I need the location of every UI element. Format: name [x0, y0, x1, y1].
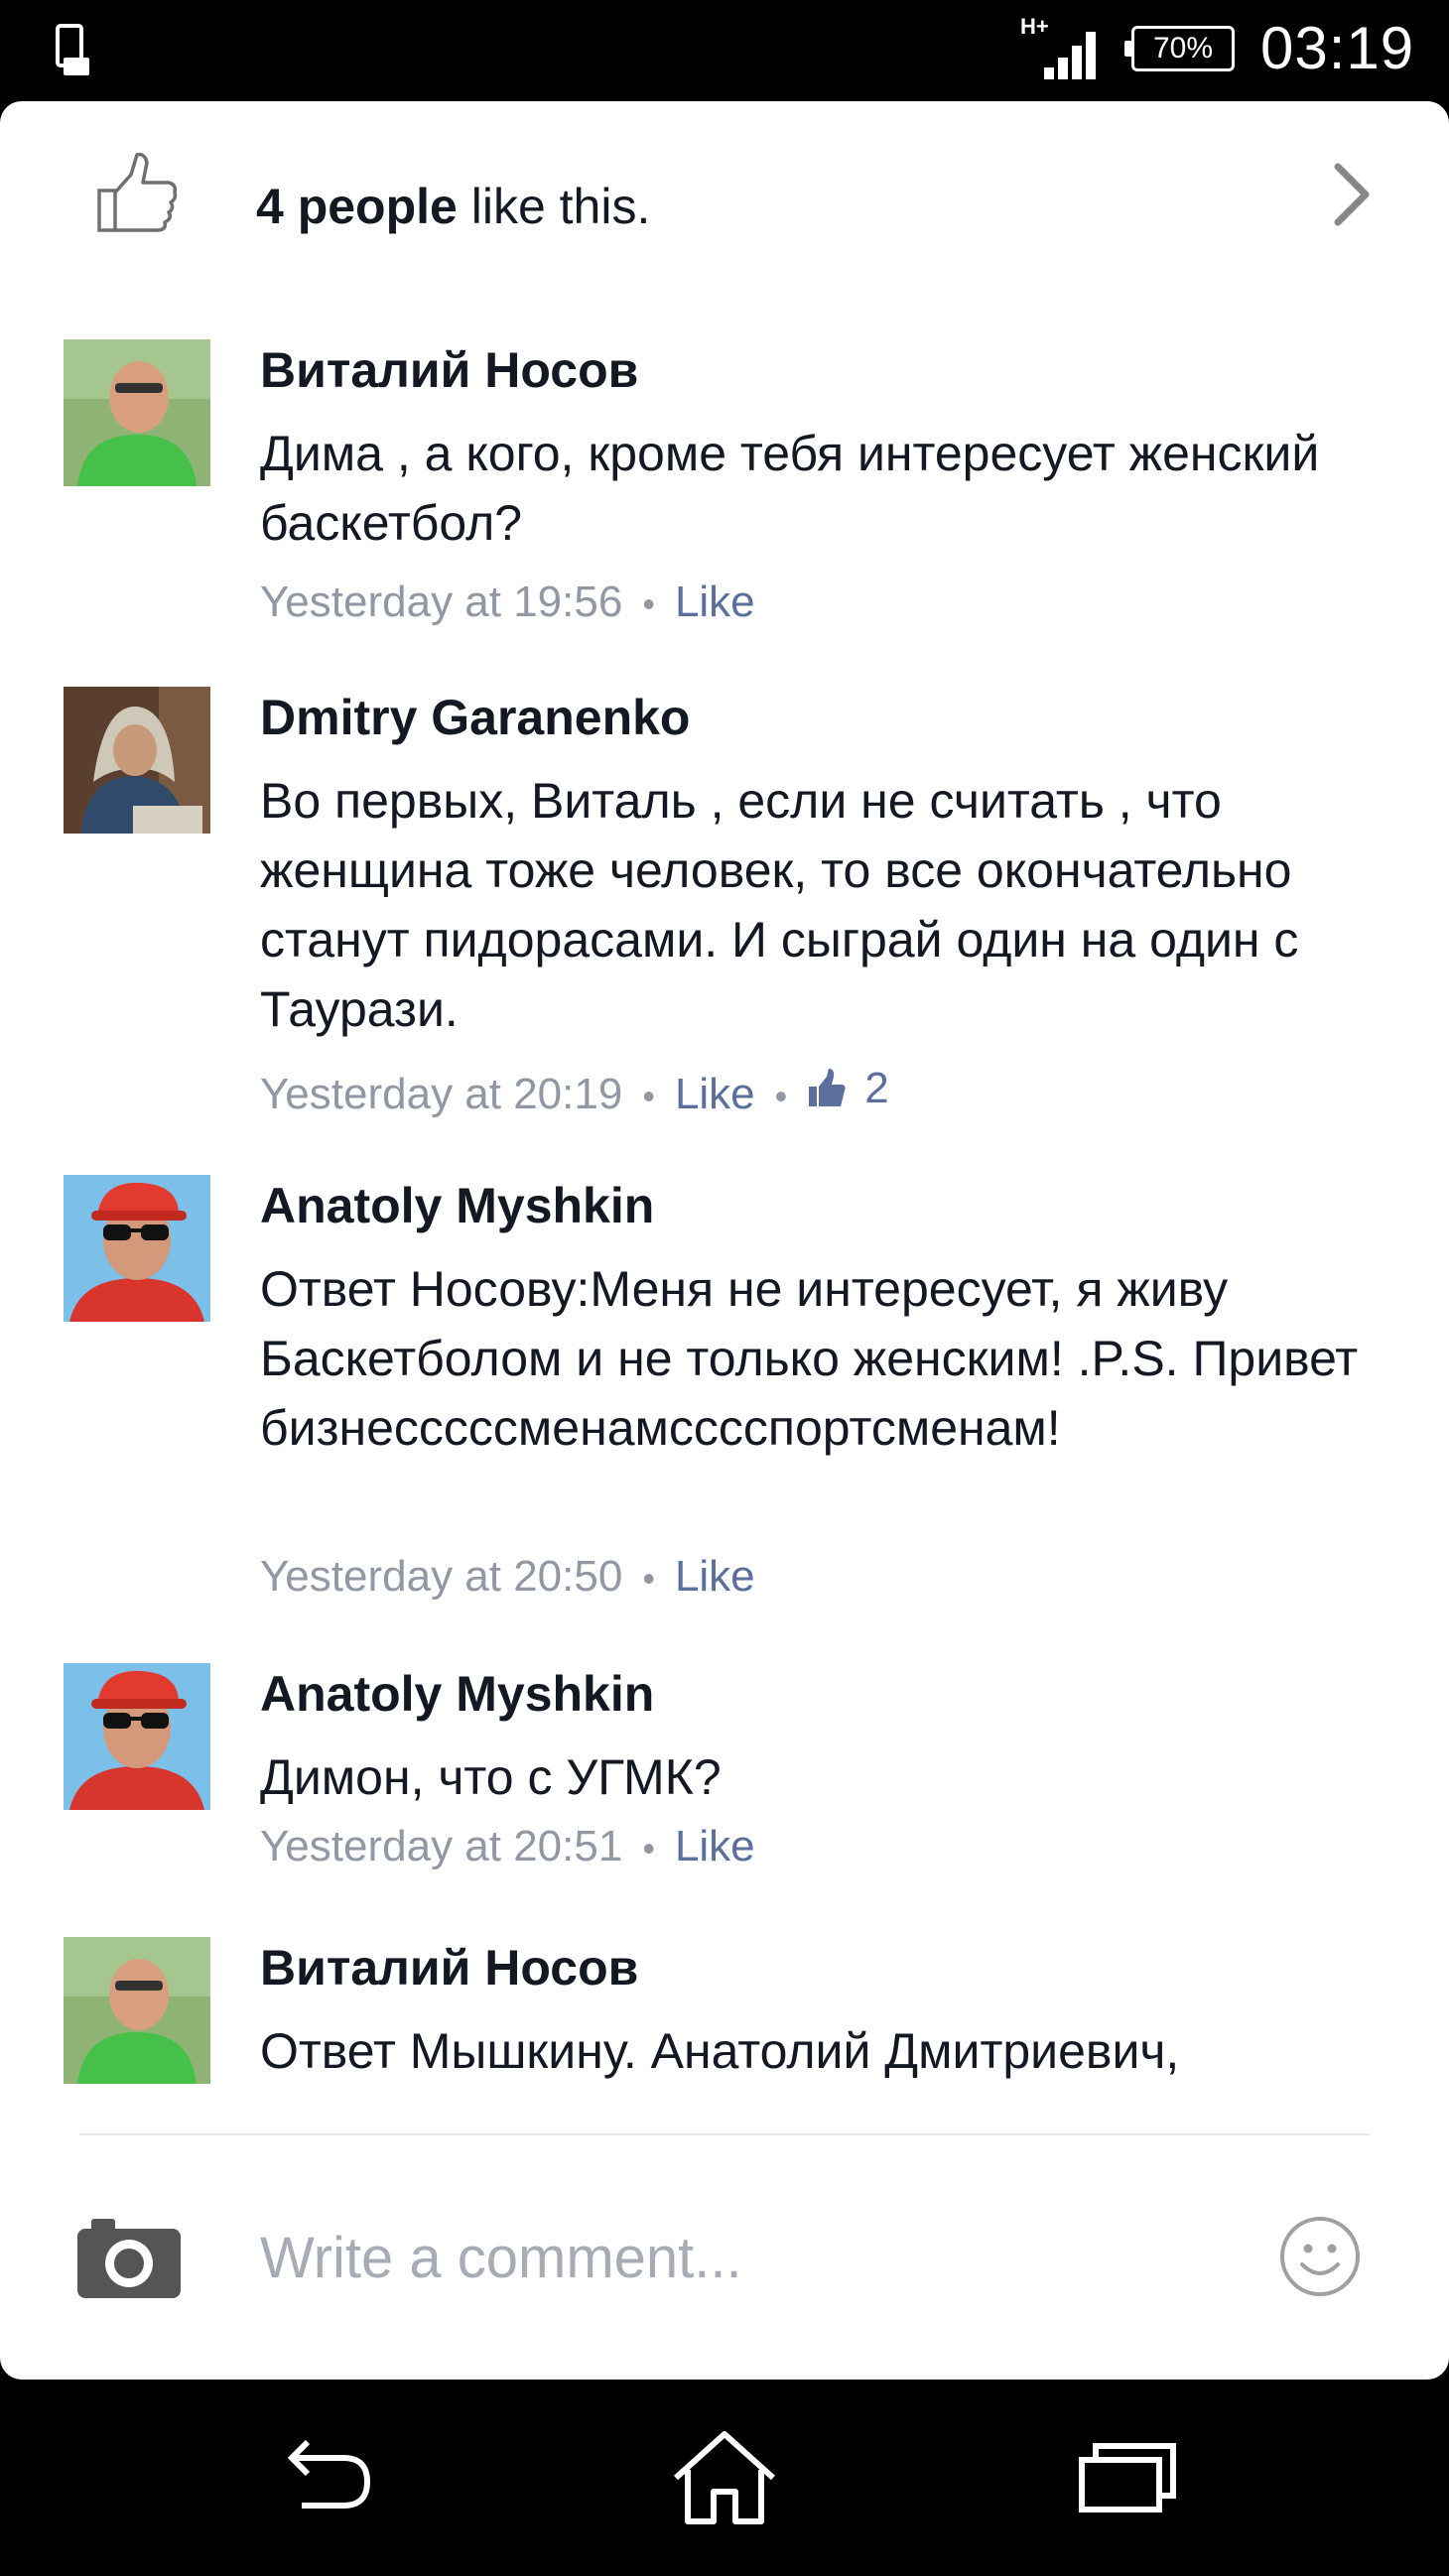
camera-icon[interactable] [77, 2215, 181, 2298]
comment-author[interactable]: Dmitry Garanenko [260, 689, 690, 746]
comment-meta: Yesterday at 20:51 • Like [260, 1822, 755, 1871]
avatar[interactable] [64, 1937, 210, 2084]
smiley-icon[interactable] [1278, 2215, 1362, 2298]
avatar[interactable] [64, 339, 210, 486]
comment-item: Виталий Носов Дима , а кого, кроме тебя … [0, 339, 1449, 677]
comment-item: Anatoly Myshkin Ответ Носову:Меня не инт… [0, 1175, 1449, 1651]
comment-timestamp[interactable]: Yesterday at 20:50 [260, 1552, 622, 1601]
comment-input[interactable] [260, 2213, 1233, 2302]
meta-separator: • [642, 1828, 655, 1868]
comment-list: Виталий Носов Дима , а кого, кроме тебя … [0, 339, 1449, 2225]
meta-separator: • [642, 1076, 655, 1116]
comment-author[interactable]: Anatoly Myshkin [260, 1177, 654, 1234]
comment-item: Dmitry Garanenko Во первых, Виталь , есл… [0, 687, 1449, 1163]
comments-card: 4 people like this. Виталий Носов Дима ,… [0, 101, 1449, 2380]
home-button[interactable] [665, 2423, 784, 2532]
recent-apps-button[interactable] [1068, 2423, 1187, 2532]
chevron-right-icon[interactable] [1330, 163, 1374, 226]
status-time: 03:19 [1260, 15, 1415, 81]
comment-text: Димон, что с УГМК? [260, 1749, 722, 1805]
home-icon [673, 2431, 776, 2524]
comment-like-button[interactable]: Like [675, 1822, 755, 1870]
composer-divider [79, 2133, 1370, 2135]
navigation-bar [0, 2380, 1449, 2576]
comment-timestamp[interactable]: Yesterday at 20:51 [260, 1822, 622, 1870]
network-indicator: H+ [1020, 14, 1102, 79]
comment-text: Во первых, Виталь , если не считать , чт… [260, 773, 1299, 1037]
comment-meta: Yesterday at 20:19 • Like • 2 [260, 1064, 889, 1119]
back-button[interactable] [264, 2423, 383, 2532]
comment-like-button[interactable]: Like [675, 1552, 755, 1601]
meta-separator: • [642, 1558, 655, 1599]
comment-author[interactable]: Виталий Носов [260, 341, 638, 399]
comment-text: Ответ Мышкину. Анатолий Дмитриевич, [260, 2023, 1180, 2079]
comment-timestamp[interactable]: Yesterday at 20:19 [260, 1070, 622, 1118]
comment-author[interactable]: Виталий Носов [260, 1939, 638, 1996]
likes-count[interactable]: 4 people [256, 179, 458, 234]
comment-text: Дима , а кого, кроме тебя интересует жен… [260, 426, 1320, 551]
likes-text: 4 people like this. [256, 178, 650, 235]
comment-composer [0, 2137, 1449, 2380]
comment-like-button[interactable]: Like [675, 1070, 755, 1118]
avatar[interactable] [64, 687, 210, 834]
likes-summary[interactable]: 4 people like this. [0, 101, 1449, 260]
back-icon [287, 2439, 371, 2509]
comment-item: Anatoly Myshkin Димон, что с УГМК? Yeste… [0, 1663, 1449, 1921]
status-bar: H+ 70% 03:19 [0, 0, 1449, 99]
signal-strength-icon [1044, 32, 1096, 79]
comment-author[interactable]: Anatoly Myshkin [260, 1665, 654, 1723]
phone-notification-icon [56, 24, 89, 75]
recent-apps-icon [1079, 2443, 1176, 2512]
comment-timestamp[interactable]: Yesterday at 19:56 [260, 578, 622, 626]
comment-meta: Yesterday at 19:56 • Like [260, 578, 755, 627]
comment-meta: Yesterday at 20:50 • Like [260, 1552, 755, 1602]
comment-like-button[interactable]: Like [675, 578, 755, 626]
thumbs-up-icon [809, 1069, 846, 1106]
thumbs-up-outline-icon [97, 152, 178, 232]
likes-suffix: like this. [457, 179, 651, 234]
meta-separator: • [774, 1076, 788, 1116]
avatar[interactable] [64, 1175, 210, 1322]
meta-separator: • [642, 583, 655, 624]
comment-text: Ответ Носову:Меня не интересует, я живу … [260, 1261, 1359, 1456]
avatar[interactable] [64, 1663, 210, 1810]
reaction-count-value: 2 [864, 1064, 889, 1112]
reaction-count[interactable]: 2 [807, 1064, 889, 1113]
battery-indicator: 70% [1124, 26, 1235, 71]
